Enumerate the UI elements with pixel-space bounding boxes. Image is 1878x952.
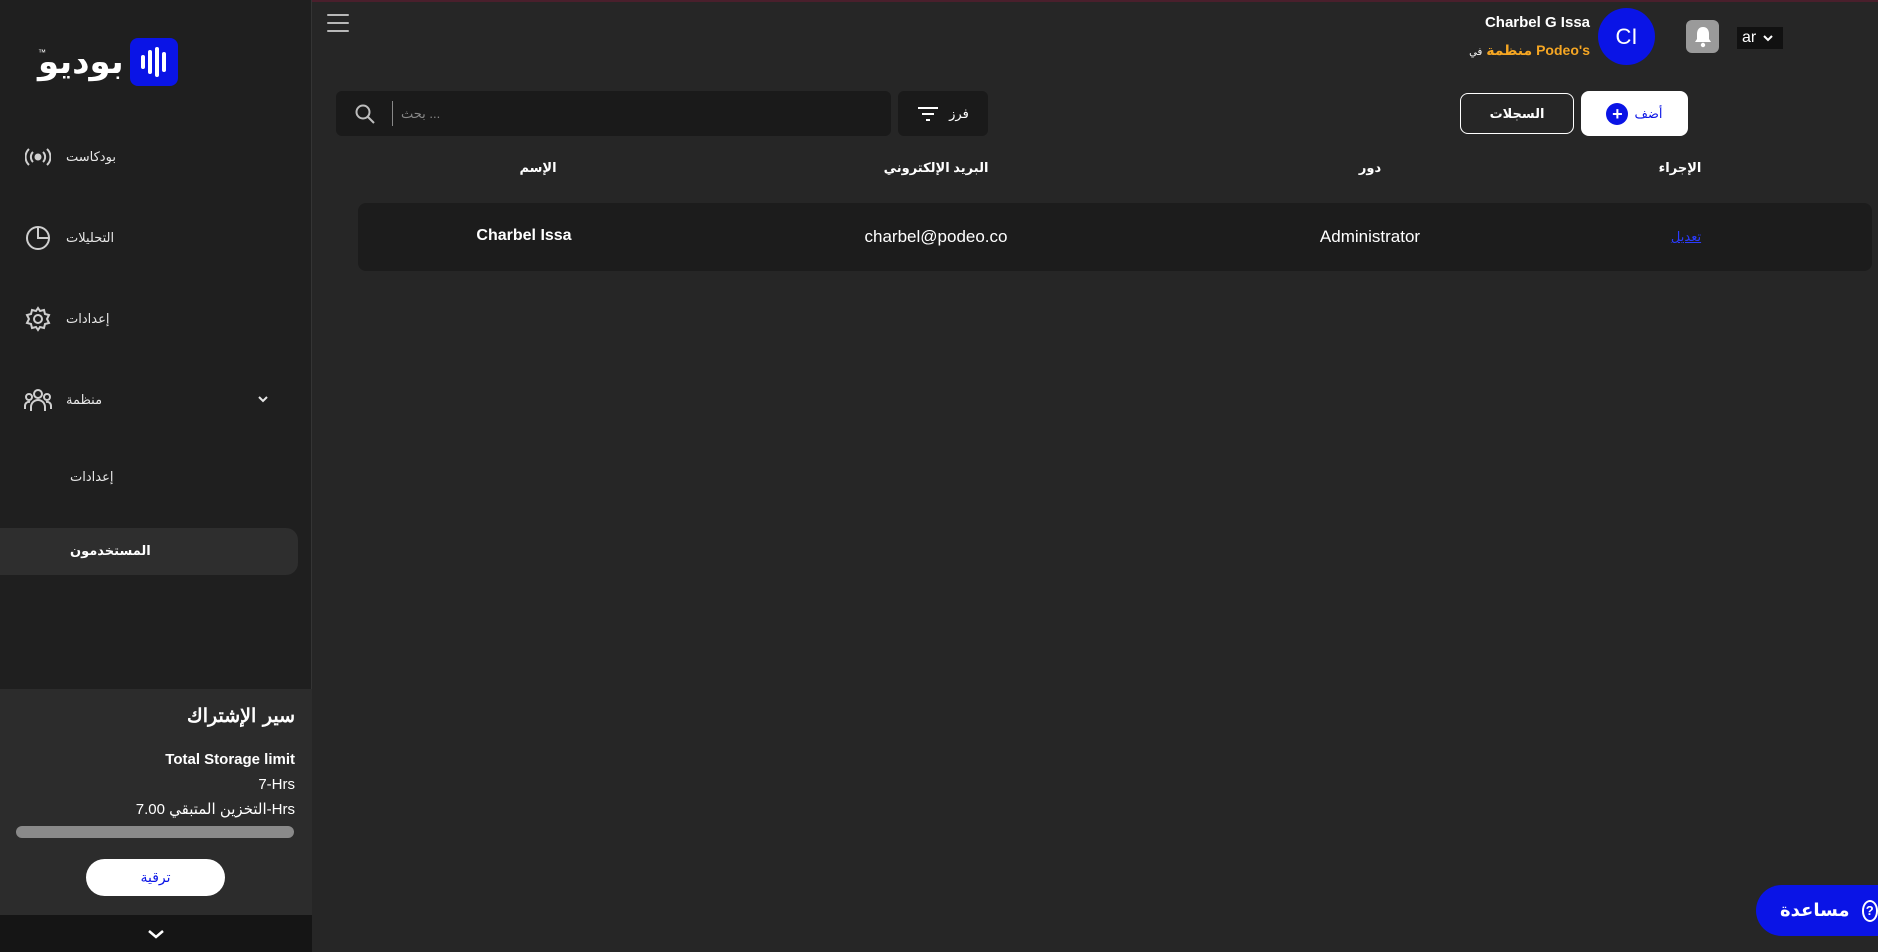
chevron-down-icon: [1763, 35, 1773, 42]
help-button[interactable]: مساعدة ?: [1756, 885, 1878, 936]
sidebar: ™ بوديو بودكاست التحليلات إعدادات منظمة …: [0, 0, 312, 952]
user-email-cell: charbel@podeo.co: [864, 227, 1008, 246]
column-header-email: البريد الإلكتروني: [883, 160, 989, 175]
menu-icon-bar: [327, 22, 349, 24]
help-label: مساعدة: [1780, 900, 1850, 920]
trademark-mark: ™: [38, 48, 46, 57]
sidebar-item-label: إعدادات: [66, 311, 110, 326]
upgrade-button[interactable]: ترقية: [86, 859, 225, 896]
brand-logo[interactable]: ™ بوديو: [38, 38, 178, 86]
team-icon: [24, 386, 52, 414]
podcast-broadcast-icon: [24, 143, 52, 171]
search-input[interactable]: [392, 101, 872, 126]
sidebar-collapse-toggle[interactable]: [0, 915, 312, 952]
organization-line: في منظمة Podeo's: [1469, 42, 1590, 59]
storage-limit-label: Total Storage limit: [165, 751, 295, 768]
subscription-title: سير الإشتراك: [187, 705, 295, 727]
add-user-button[interactable]: + أضف: [1581, 91, 1688, 136]
chevron-down-icon[interactable]: [256, 392, 270, 406]
sidebar-item-settings[interactable]: إعدادات: [24, 305, 109, 333]
search-box: [336, 91, 891, 136]
sort-label: فرز: [949, 105, 969, 121]
storage-remaining: التخزين المتبقي 7.00-Hrs: [135, 801, 295, 818]
storage-total: 7-Hrs: [258, 776, 295, 793]
sidebar-item-label: بودكاست: [66, 149, 116, 164]
storage-progress-bar: [16, 826, 294, 838]
menu-icon-bar: [327, 30, 349, 32]
sidebar-subitem-label: المستخدمون: [70, 543, 151, 558]
pie-chart-icon: [24, 224, 52, 252]
sort-button[interactable]: فرز: [898, 91, 988, 136]
user-name: Charbel G Issa: [1484, 14, 1590, 31]
search-icon[interactable]: [354, 103, 376, 125]
column-header-action: الإجراء: [1658, 160, 1702, 175]
table-row: Charbel Issa charbel@podeo.co Administra…: [358, 203, 1872, 271]
subscription-panel: سير الإشتراك Total Storage limit 7-Hrs ا…: [0, 689, 312, 915]
sidebar-subitem-org-settings[interactable]: إعدادات: [70, 469, 113, 485]
chevron-down-icon: [148, 929, 164, 939]
sidebar-item-label: منظمة: [66, 392, 103, 407]
sidebar-subitem-users[interactable]: المستخدمون: [0, 528, 298, 575]
sidebar-item-analytics[interactable]: التحليلات: [24, 224, 114, 252]
sidebar-item-label: التحليلات: [66, 230, 115, 245]
edit-user-link[interactable]: تعديل: [1671, 229, 1701, 245]
sort-filter-icon: [918, 106, 939, 121]
brand-name: بوديو: [38, 43, 124, 81]
user-role-cell: Administrator: [1319, 227, 1421, 246]
avatar[interactable]: CI: [1598, 8, 1655, 65]
bell-icon: [1694, 26, 1711, 47]
user-name-cell: Charbel Issa: [476, 227, 572, 244]
plus-circle-icon: +: [1606, 102, 1629, 125]
organization-name: منظمة Podeo's: [1486, 42, 1590, 58]
menu-icon-bar: [327, 14, 349, 16]
language-value: ar: [1742, 29, 1757, 46]
column-header-role: دور: [1358, 160, 1382, 175]
notifications-button[interactable]: [1686, 20, 1719, 53]
add-label: أضف: [1634, 105, 1663, 121]
sidebar-item-organization[interactable]: منظمة: [24, 386, 102, 414]
sidebar-item-podcasts[interactable]: بودكاست: [24, 143, 116, 171]
logs-button[interactable]: السجلات: [1460, 93, 1574, 134]
language-select[interactable]: ar: [1737, 27, 1783, 49]
column-header-name: الإسم: [519, 160, 557, 175]
podeo-logo-icon: [129, 38, 178, 86]
question-mark-icon: ?: [1861, 899, 1878, 922]
menu-toggle-button[interactable]: [327, 14, 349, 32]
org-prefix: في: [1469, 47, 1483, 58]
gear-icon: [24, 305, 52, 333]
